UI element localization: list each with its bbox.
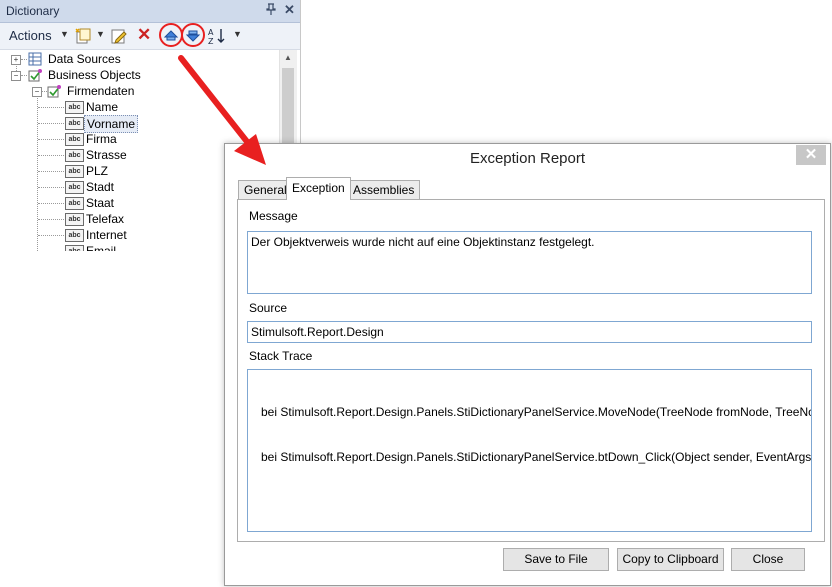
collapse-icon[interactable]: − (32, 87, 42, 97)
actions-menu-button[interactable]: Actions (9, 28, 52, 43)
tree-node-label: PLZ (86, 164, 109, 178)
copy-to-clipboard-button[interactable]: Copy to Clipboard (617, 548, 724, 571)
highlight-circle-move-down (181, 23, 205, 47)
tree-node-firmendaten[interactable]: − Firmendaten (0, 83, 270, 99)
column-type-icon: abc (65, 181, 84, 194)
svg-text:Z: Z (208, 37, 214, 45)
delete-icon[interactable]: ✕ (137, 25, 151, 45)
column-type-icon: abc (65, 149, 84, 162)
highlight-circle-move-up (159, 23, 183, 47)
dialog-close-icon[interactable]: ✕ (796, 145, 826, 165)
exception-report-dialog: Exception Report ✕ General Exception Ass… (224, 143, 831, 586)
source-field[interactable]: Stimulsoft.Report.Design (247, 321, 812, 343)
tree-node-label: Staat (86, 196, 115, 210)
message-label: Message (249, 209, 298, 223)
tree-node-label: Data Sources (48, 52, 121, 66)
tab-exception[interactable]: Exception (286, 177, 351, 200)
tree-node-column[interactable]: abc Name (0, 99, 270, 115)
stack-trace-label: Stack Trace (249, 349, 313, 363)
svg-text:A: A (208, 28, 214, 37)
sort-icon[interactable]: AZ (208, 27, 226, 45)
tree-node-label: Stadt (86, 180, 115, 194)
dialog-title: Exception Report (469, 150, 586, 167)
stack-trace-field[interactable]: bei Stimulsoft.Report.Design.Panels.StiD… (247, 369, 812, 532)
tab-general[interactable]: General (238, 180, 293, 200)
column-type-icon: abc (65, 117, 84, 130)
new-item-dropdown-icon[interactable]: ▼ (96, 29, 105, 39)
message-field[interactable]: Der Objektverweis wurde nicht auf eine O… (247, 231, 812, 294)
tree-node-label: Name (86, 100, 119, 114)
tree-node-label: Strasse (86, 148, 127, 162)
tree-node-business-objects[interactable]: − Business Objects (0, 67, 270, 83)
scroll-up-icon[interactable]: ▲ (284, 53, 292, 62)
tree-node-label: Telefax (86, 212, 125, 226)
column-type-icon: abc (65, 197, 84, 210)
column-type-icon: abc (65, 213, 84, 226)
collapse-icon[interactable]: − (11, 71, 21, 81)
stack-trace-line: bei Stimulsoft.Report.Design.Panels.StiD… (251, 405, 812, 419)
column-type-icon: abc (65, 229, 84, 242)
dictionary-toolbar: Actions ▼ ▼ ✕ AZ ▼ (0, 23, 300, 50)
tree-node-label: Firma (86, 132, 117, 146)
tree-node-column[interactable]: abc Vorname (0, 115, 270, 133)
column-type-icon: abc (65, 165, 84, 178)
pin-icon[interactable] (266, 3, 276, 19)
tree-node-data-sources[interactable]: + Data Sources (0, 51, 270, 67)
exception-tab-panel: Message Der Objektverweis wurde nicht au… (237, 199, 825, 542)
edit-icon[interactable] (110, 27, 128, 45)
expand-icon[interactable]: + (11, 55, 21, 65)
tree-node-label: Business Objects (48, 68, 141, 82)
tree-node-label: Email (86, 244, 117, 251)
tab-assemblies[interactable]: Assemblies (347, 180, 421, 200)
close-button[interactable]: Close (731, 548, 805, 571)
stack-trace-line: bei Stimulsoft.Report.Design.Panels.StiD… (251, 450, 812, 464)
new-item-icon[interactable] (74, 27, 92, 45)
source-label: Source (249, 301, 288, 315)
column-type-icon: abc (65, 133, 84, 146)
actions-dropdown-icon[interactable]: ▼ (60, 29, 69, 39)
column-type-icon: abc (65, 101, 84, 114)
save-to-file-button[interactable]: Save to File (503, 548, 609, 571)
dictionary-title-bar: Dictionary ✕ (0, 0, 300, 23)
column-type-icon: abc (65, 245, 84, 251)
close-panel-icon[interactable]: ✕ (284, 2, 295, 18)
tree-node-label: Firmendaten (67, 84, 135, 98)
sort-dropdown-icon[interactable]: ▼ (233, 29, 242, 39)
dictionary-title: Dictionary (6, 4, 60, 18)
tree-node-label: Internet (86, 228, 127, 242)
